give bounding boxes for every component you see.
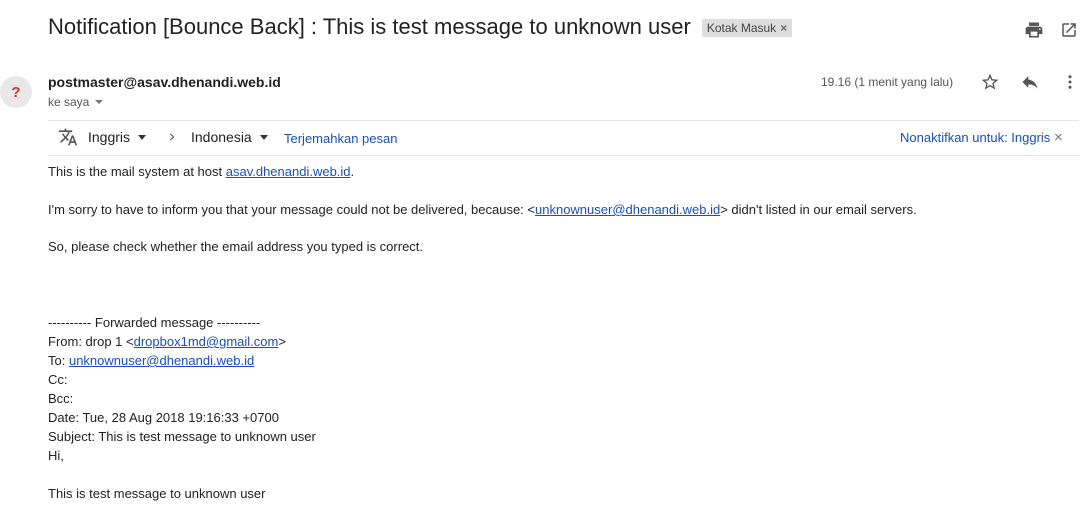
chevron-down-icon xyxy=(259,134,268,140)
sender-avatar[interactable]: ? xyxy=(0,76,32,108)
print-icon xyxy=(1025,22,1043,38)
to-email-link[interactable]: unknownuser@dhenandi.web.id xyxy=(69,353,254,368)
body-text: . xyxy=(350,164,355,179)
translate-icon xyxy=(58,128,78,146)
body-text: This is the mail system at host xyxy=(48,164,226,179)
recipient-details-toggle[interactable]: ke saya xyxy=(48,95,104,109)
chevron-down-icon xyxy=(95,100,104,104)
recipient-label: ke saya xyxy=(48,95,90,109)
source-language-label: Inggris xyxy=(88,129,131,145)
reply-button[interactable] xyxy=(1018,70,1042,94)
inbox-label-text: Kotak Masuk xyxy=(706,21,777,35)
disable-translation-link[interactable]: Nonaktifkan untuk: Inggris xyxy=(900,130,1050,145)
print-button[interactable] xyxy=(1022,18,1046,42)
target-language-dropdown[interactable]: Indonesia xyxy=(191,129,268,145)
unknown-sender-icon: ? xyxy=(11,83,21,101)
forwarded-from: From: drop 1 <dropbox1md@gmail.com> xyxy=(48,334,286,349)
body-text: > didn't listed in our email servers. xyxy=(720,202,917,217)
target-language-label: Indonesia xyxy=(191,129,252,145)
chevron-right-wrap xyxy=(165,129,179,145)
unknown-user-link[interactable]: unknownuser@dhenandi.web.id xyxy=(535,202,720,217)
body-line-host: This is the mail system at host asav.dhe… xyxy=(48,164,354,179)
inbox-label-chip[interactable]: Kotak Masuk × xyxy=(701,19,793,37)
open-in-new-window-button[interactable] xyxy=(1057,18,1081,42)
body-text: I'm sorry to have to inform you that you… xyxy=(48,202,535,217)
chevron-right-icon xyxy=(170,133,175,141)
email-subject: Notification [Bounce Back] : This is tes… xyxy=(48,14,691,39)
forwarded-bcc: Bcc: xyxy=(48,391,74,406)
body-text: To: xyxy=(48,353,69,368)
forwarded-header: ---------- Forwarded message ---------- xyxy=(48,315,261,330)
email-subject-row: Notification [Bounce Back] : This is tes… xyxy=(48,14,793,40)
source-language-dropdown[interactable]: Inggris xyxy=(88,129,147,145)
close-translate-bar-icon[interactable]: × xyxy=(1054,129,1063,146)
star-icon xyxy=(981,73,999,90)
host-link[interactable]: asav.dhenandi.web.id xyxy=(226,164,351,179)
reply-icon xyxy=(1022,76,1038,89)
remove-label-icon[interactable]: × xyxy=(780,21,787,35)
forwarded-greeting: Hi, xyxy=(48,448,64,463)
body-line-sorry: I'm sorry to have to inform you that you… xyxy=(48,202,917,217)
forwarded-date: Date: Tue, 28 Aug 2018 19:16:33 +0700 xyxy=(48,410,279,425)
chevron-down-icon xyxy=(138,134,147,140)
forwarded-subject: Subject: This is test message to unknown… xyxy=(48,429,316,444)
sender-email[interactable]: postmaster@asav.dhenandi.web.id xyxy=(48,74,281,90)
open-in-new-window-icon xyxy=(1062,23,1076,37)
from-email-link[interactable]: dropbox1md@gmail.com xyxy=(134,334,279,349)
translate-message-link[interactable]: Terjemahkan pesan xyxy=(284,131,397,146)
message-timestamp: 19.16 (1 menit yang lalu) xyxy=(821,75,954,89)
translate-bar: Inggris Indonesia Terjemahkan pesan Nona… xyxy=(48,120,1079,156)
body-line-check: So, please check whether the email addre… xyxy=(48,239,424,254)
forwarded-cc: Cc: xyxy=(48,372,68,387)
more-vert-icon xyxy=(1068,75,1072,89)
forwarded-to: To: unknownuser@dhenandi.web.id xyxy=(48,353,254,368)
body-text: > xyxy=(278,334,286,349)
translate-icon-wrap xyxy=(58,127,78,147)
forwarded-body: This is test message to unknown user xyxy=(48,486,266,501)
star-button[interactable] xyxy=(978,70,1002,94)
body-text: From: drop 1 < xyxy=(48,334,134,349)
more-options-button[interactable] xyxy=(1058,70,1082,94)
